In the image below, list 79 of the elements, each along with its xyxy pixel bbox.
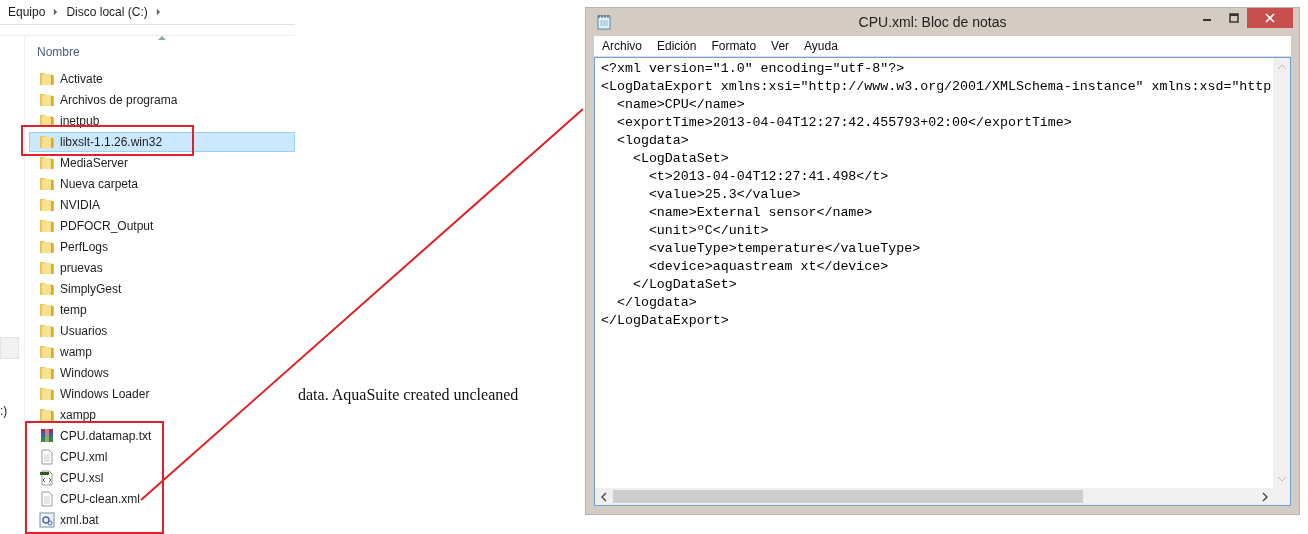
horizontal-scrollbar[interactable] <box>595 488 1290 505</box>
code-line: <LogDataSet> <box>631 150 730 168</box>
scroll-right-icon[interactable] <box>1262 491 1268 502</box>
folder-icon <box>39 239 55 255</box>
code-line: </LogDataExport> <box>601 312 730 330</box>
folder-icon <box>39 281 55 297</box>
file-row[interactable]: SimplyGest <box>29 279 127 299</box>
file-row[interactable]: Usuarios <box>29 321 113 341</box>
code-line: <device>aquastream xt</device> <box>647 258 890 276</box>
file-row[interactable]: CPU.xml <box>29 447 113 467</box>
chevron-icon[interactable] <box>155 8 161 16</box>
code-line: <t>2013-04-04T12:27:41.498</t> <box>647 168 890 186</box>
file-row[interactable]: Activate <box>29 69 108 89</box>
archive-icon <box>39 428 55 444</box>
chevron-icon[interactable] <box>53 8 59 16</box>
menu-item[interactable]: Formato <box>711 39 757 53</box>
code-line: <?xml version="1.0" encoding="utf-8"?> <box>601 60 906 78</box>
window-title: CPU.xml: Bloc de notas <box>857 14 1008 30</box>
folder-icon <box>39 176 55 192</box>
file-row[interactable]: MediaServer <box>29 153 134 173</box>
code-line: <value>25.3</value> <box>647 186 802 204</box>
folder-icon <box>39 365 55 381</box>
file-row[interactable]: wamp <box>29 342 97 362</box>
code-line: <name>External sensor</name> <box>647 204 874 222</box>
close-icon <box>1265 13 1275 23</box>
menu-item[interactable]: Ver <box>771 39 790 53</box>
code-line: <LogDataExport xmlns:xsi="http://www.w3.org/2001/XMLSchema-instance" xmlns:xsd="http <box>601 78 1273 96</box>
file-row[interactable]: CPU.xsl <box>29 468 109 488</box>
caption-text: data. AquaSuite created uncleaned <box>298 386 519 404</box>
file-row[interactable]: xampp <box>29 405 102 425</box>
file-row[interactable]: Nueva carpeta <box>29 174 144 194</box>
folder-icon <box>39 197 55 213</box>
file-row[interactable]: libxslt-1.1.26.win32 <box>29 132 295 152</box>
gear-file-icon <box>39 512 55 528</box>
breadcrumb-item[interactable]: Disco local (C:) <box>66 5 148 19</box>
folder-icon <box>39 302 55 318</box>
document-icon <box>39 449 55 465</box>
file-row[interactable]: PerfLogs <box>29 237 114 257</box>
file-row[interactable]: NVIDIA <box>29 195 105 215</box>
file-row[interactable]: CPU-clean.xml <box>29 489 145 509</box>
folder-icon <box>39 71 55 87</box>
code-line: <name>CPU</name> <box>615 96 746 114</box>
document-icon <box>39 491 55 507</box>
code-line: </logdata> <box>615 294 698 312</box>
file-row[interactable]: Windows Loader <box>29 384 155 404</box>
code-file-icon <box>39 470 55 486</box>
folder-icon <box>39 407 55 423</box>
file-row[interactable]: xml.bat <box>29 510 104 530</box>
folder-icon <box>39 134 55 150</box>
scroll-left-icon[interactable] <box>601 491 607 502</box>
code-line: <exportTime>2013-04-04T12:27:42.455793+02:00</exportTime> <box>615 114 1073 132</box>
notepad-icon <box>596 14 612 30</box>
code-line: <valueType>temperature</valueType> <box>647 240 922 258</box>
folder-icon <box>39 92 55 108</box>
folder-icon <box>39 218 55 234</box>
sort-caret-icon <box>158 36 166 40</box>
maximize-icon <box>1228 13 1239 23</box>
file-row[interactable]: Windows <box>29 363 114 383</box>
nav-item-background <box>0 337 19 359</box>
file-row[interactable]: pruevas <box>29 258 108 278</box>
column-header[interactable]: Nombre <box>37 44 80 59</box>
folder-icon <box>39 260 55 276</box>
file-row[interactable]: PDFOCR_Output <box>29 216 159 236</box>
menu-item[interactable]: Archivo <box>602 39 642 53</box>
menu-item[interactable]: Edición <box>657 39 697 53</box>
code-line: </LogDataSet> <box>631 276 738 294</box>
folder-icon <box>39 386 55 402</box>
folder-icon <box>39 344 55 360</box>
nav-item[interactable]: :) <box>0 404 8 418</box>
file-row[interactable]: inetpub <box>29 111 105 131</box>
file-row[interactable]: Archivos de programa <box>29 90 183 110</box>
file-row[interactable]: temp <box>29 300 92 320</box>
breadcrumb-item[interactable]: Equipo <box>8 5 46 19</box>
code-line: <unit>ºC</unit> <box>647 222 770 240</box>
folder-icon <box>39 155 55 171</box>
folder-icon <box>39 323 55 339</box>
code-line: <logdata> <box>615 132 690 150</box>
file-row[interactable]: CPU.datamap.txt <box>29 426 157 446</box>
menu-item[interactable]: Ayuda <box>804 39 838 53</box>
